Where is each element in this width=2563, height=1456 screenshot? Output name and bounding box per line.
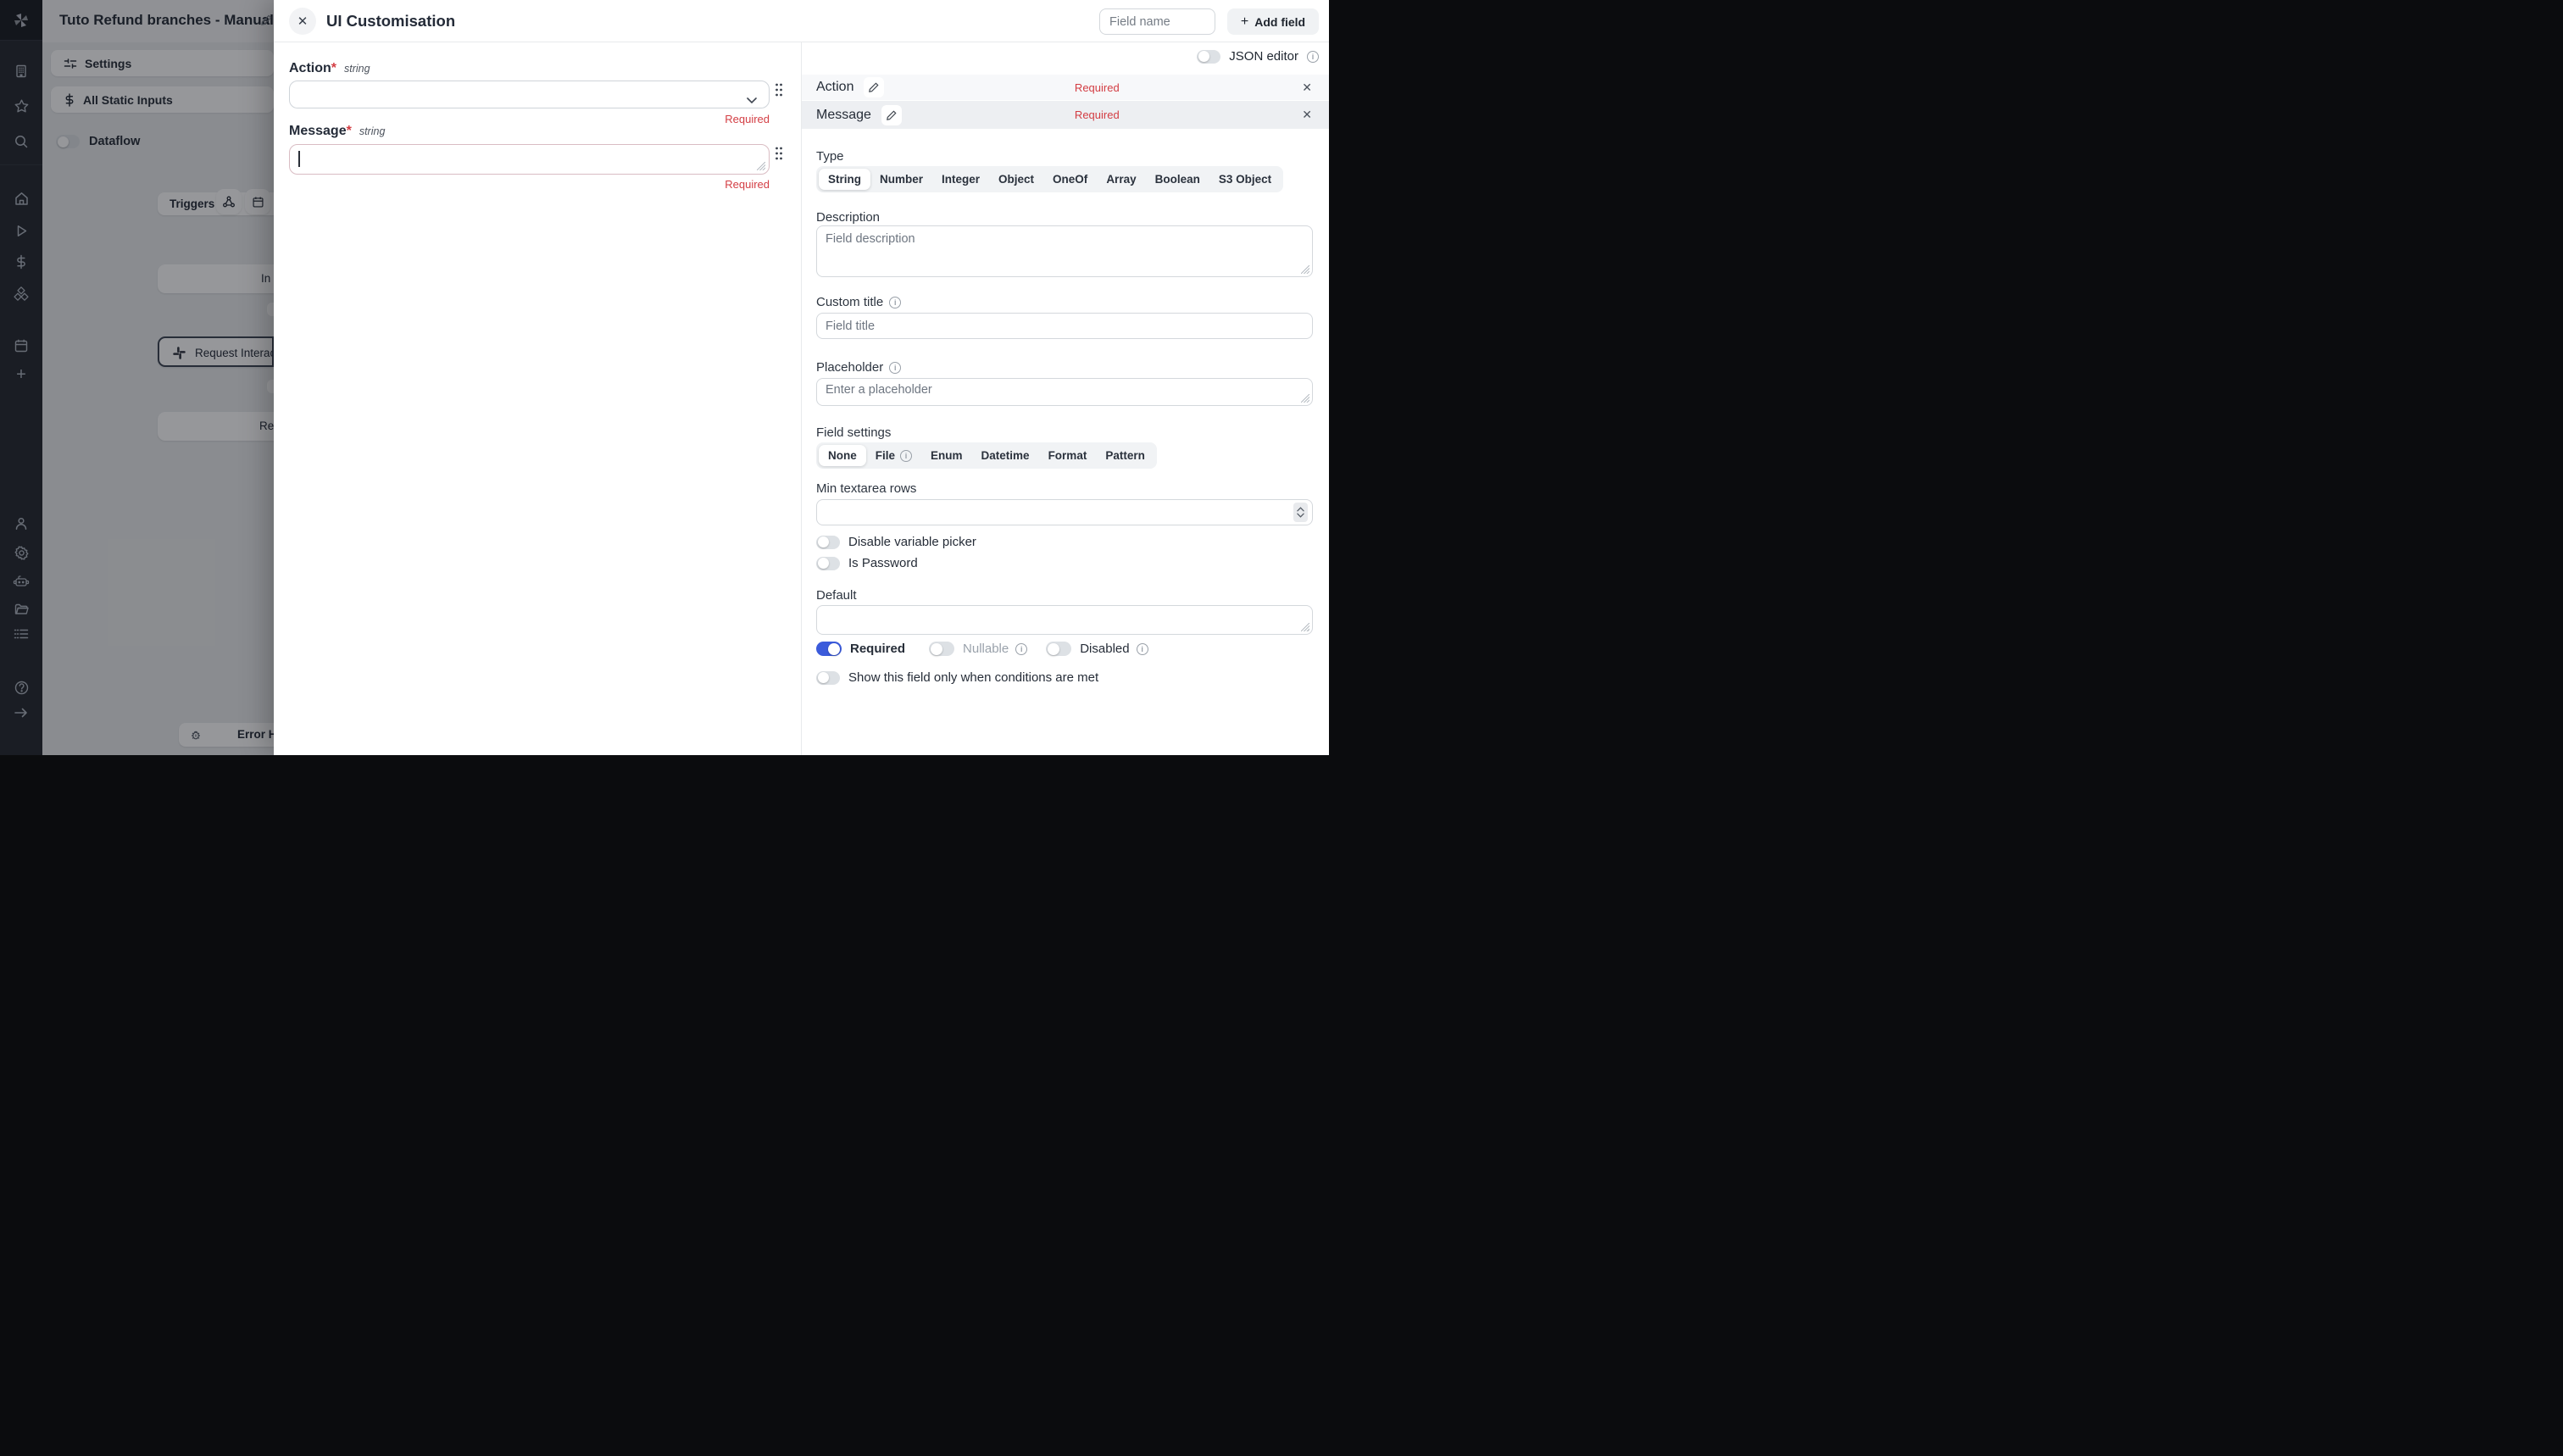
add-field-label: Add field [1254,15,1305,29]
conditions-row: Show this field only when conditions are… [816,670,1098,685]
type-label: Type [816,149,844,164]
chevron-down-icon [747,92,757,108]
conditions-toggle[interactable] [816,671,840,685]
type-option-integer[interactable]: Integer [932,169,989,190]
is-password-label: Is Password [848,556,918,570]
min-rows-wrap [816,499,1313,525]
info-icon [900,450,912,462]
app-screen: + Tuto Refund branches - Manually [0,0,1329,755]
fs-option-file[interactable]: File [866,445,921,466]
edit-pencil-icon[interactable] [864,77,884,97]
info-icon[interactable] [1015,643,1027,655]
placeholder-textarea[interactable] [816,378,1313,406]
drag-handle-icon[interactable] [774,82,784,97]
field-settings-segmented-control: None File Enum Datetime Format Pattern [816,442,1157,469]
info-icon[interactable] [889,297,901,308]
add-field-button[interactable]: + Add field [1227,8,1319,35]
min-textarea-rows-label: Min textarea rows [816,481,916,496]
required-toggle-label: Required [850,642,905,656]
required-badge: Required [1075,108,1120,121]
min-rows-input[interactable] [816,499,1313,525]
disabled-toggle-label: Disabled [1080,642,1129,656]
required-badge: Required [1075,81,1120,94]
plus-icon: + [1241,14,1248,30]
fs-option-pattern[interactable]: Pattern [1096,445,1154,466]
form-preview-pane: Action*string Required Message*string Re… [274,42,801,755]
description-label: Description [816,210,880,225]
fs-option-enum[interactable]: Enum [921,445,972,466]
field-row-action[interactable]: Action Required ✕ [802,75,1329,100]
modal-backdrop[interactable] [0,0,274,755]
type-option-boolean[interactable]: Boolean [1146,169,1209,190]
drag-handle-icon[interactable] [774,146,784,161]
info-icon[interactable] [1137,643,1148,655]
modal-title: UI Customisation [326,12,455,31]
field-row-name: Action [816,80,853,95]
fs-option-datetime[interactable]: Datetime [972,445,1039,466]
type-option-oneof[interactable]: OneOf [1043,169,1097,190]
preview-action-label: Action*string [289,61,370,76]
default-label: Default [816,588,857,603]
ui-customisation-modal: ✕ UI Customisation + Add field Action*st… [274,0,1329,755]
fs-option-none[interactable]: None [819,445,866,466]
nullable-toggle[interactable] [929,642,954,656]
field-row-name: Message [816,108,871,123]
remove-field-icon[interactable]: ✕ [1302,81,1312,95]
close-icon[interactable]: ✕ [289,8,316,35]
json-editor-toggle[interactable] [1197,50,1220,64]
conditions-label: Show this field only when conditions are… [848,670,1098,685]
type-option-object[interactable]: Object [989,169,1043,190]
fs-option-format[interactable]: Format [1039,445,1097,466]
disable-variable-picker-row: Disable variable picker [816,535,976,549]
is-password-row: Is Password [816,556,918,570]
field-name-input[interactable] [1099,8,1215,35]
edit-pencil-icon[interactable] [881,105,902,125]
message-textarea[interactable] [289,144,770,175]
type-segmented-control: String Number Integer Object OneOf Array… [816,166,1283,192]
default-field-wrap [816,605,1313,635]
json-editor-label: JSON editor [1229,49,1298,64]
modal-header: ✕ UI Customisation + Add field [274,0,1329,42]
default-textarea[interactable] [816,605,1313,635]
description-field-wrap [816,225,1313,277]
text-cursor [298,151,300,167]
message-required-text: Required [289,178,770,191]
resize-handle-icon[interactable] [1301,265,1309,274]
disable-variable-picker-toggle[interactable] [816,536,840,549]
type-option-number[interactable]: Number [870,169,932,190]
type-option-s3object[interactable]: S3 Object [1209,169,1281,190]
disabled-toggle[interactable] [1046,642,1071,656]
json-editor-row: JSON editor [1197,49,1319,64]
remove-field-icon[interactable]: ✕ [1302,108,1312,122]
placeholder-field-wrap [816,378,1313,406]
description-textarea[interactable] [816,225,1313,277]
info-icon[interactable] [889,362,901,374]
number-stepper[interactable] [1293,503,1308,522]
type-option-string[interactable]: String [819,169,870,190]
info-icon[interactable] [1307,51,1319,63]
resize-handle-icon[interactable] [1301,623,1309,631]
required-toggle[interactable] [816,642,842,656]
field-settings-label: Field settings [816,425,891,440]
flags-row: Required Nullable Disabled [816,642,1148,656]
action-select[interactable] [289,81,770,108]
is-password-toggle[interactable] [816,557,840,570]
resize-handle-icon[interactable] [1301,394,1309,403]
field-editor-pane: JSON editor Action Required ✕ Message Re… [801,42,1329,755]
disable-variable-picker-label: Disable variable picker [848,535,976,549]
preview-message-label: Message*string [289,124,385,139]
resize-handle-icon[interactable] [757,162,765,170]
placeholder-label: Placeholder [816,360,901,375]
custom-title-input[interactable] [816,313,1313,339]
custom-title-label: Custom title [816,295,901,309]
nullable-toggle-label: Nullable [963,642,1009,656]
type-option-array[interactable]: Array [1097,169,1145,190]
field-row-message[interactable]: Message Required ✕ [802,101,1329,129]
